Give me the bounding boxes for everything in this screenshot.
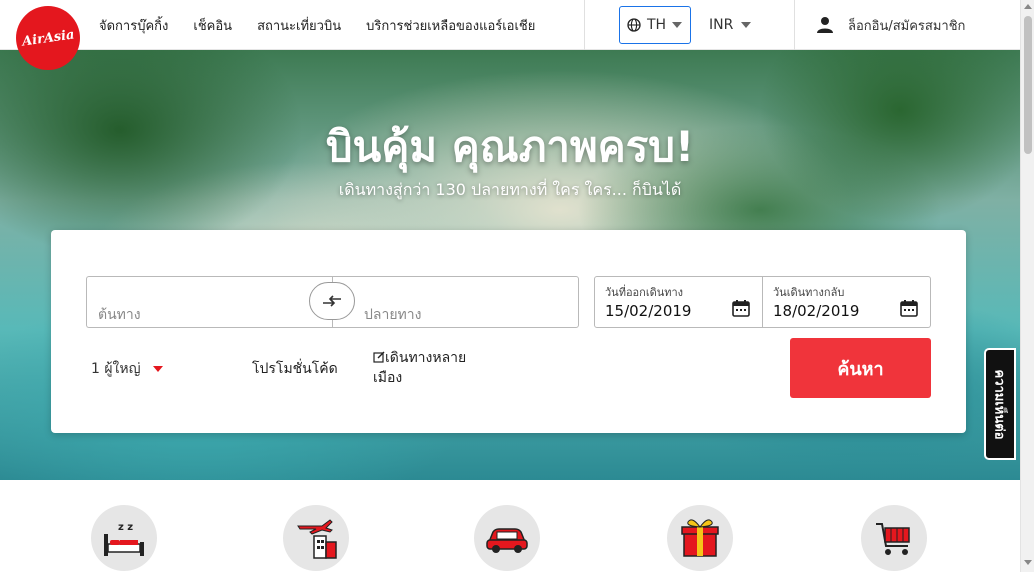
nav-divider: [794, 0, 795, 50]
globe-icon: [627, 18, 641, 32]
calendar-icon: [900, 300, 918, 317]
feedback-label: ความเห็นต่อ: [991, 368, 1007, 440]
svg-text:z z: z z: [118, 522, 133, 533]
flight-search-panel: ต้นทาง ปลายทาง วันที่ออกเดินทาง 15/02/20…: [51, 230, 966, 433]
swap-arrows-icon: [323, 295, 341, 307]
feedback-tab[interactable]: ความเห็นต่อ: [984, 348, 1016, 460]
top-navigation-bar: จัดการบุ๊คกิ้ง เช็คอิน สถานะเที่ยวบิน บร…: [0, 0, 1020, 50]
depart-date-value: 15/02/2019: [605, 302, 692, 320]
main-nav: จัดการบุ๊คกิ้ง เช็คอิน สถานะเที่ยวบิน บร…: [99, 0, 535, 50]
origin-field[interactable]: ต้นทาง: [86, 276, 332, 328]
return-date-field[interactable]: วันเดินทางกลับ 18/02/2019: [763, 276, 931, 328]
gift-service[interactable]: [667, 505, 733, 571]
return-date-label: วันเดินทางกลับ: [773, 286, 845, 299]
chevron-down-icon: [741, 22, 752, 28]
destination-field[interactable]: ปลายทาง: [332, 276, 579, 328]
swap-route-button[interactable]: [309, 282, 355, 320]
login-button[interactable]: ล็อกอิน/สมัครสมาชิก: [816, 6, 965, 44]
hero-subtitle: เดินทางสู่กว่า 130 ปลายทางที่ ใคร ใคร...…: [338, 180, 682, 199]
car-icon: [486, 528, 528, 553]
multi-city-label: เดินทางหลายเมือง: [373, 350, 467, 386]
language-value: TH: [647, 17, 667, 33]
language-selector[interactable]: TH: [619, 6, 691, 44]
destination-placeholder: ปลายทาง: [364, 307, 422, 323]
shopping-cart-icon: [876, 523, 910, 555]
nav-divider: [584, 0, 585, 50]
flight-hotel-icon: [297, 519, 337, 559]
scroll-down-arrow-icon[interactable]: [1024, 560, 1032, 565]
promo-code-link[interactable]: โปรโมชั่นโค้ด: [252, 358, 338, 380]
flight-hotel-service[interactable]: [283, 505, 349, 571]
currency-selector[interactable]: INR: [709, 6, 752, 44]
page-scrollbar[interactable]: [1020, 0, 1034, 572]
gift-icon: [681, 519, 719, 557]
depart-date-label: วันที่ออกเดินทาง: [605, 286, 684, 299]
user-icon: [817, 17, 833, 33]
chevron-down-icon: [152, 366, 163, 372]
nav-flight-status[interactable]: สถานะเที่ยวบิน: [257, 15, 341, 36]
logo-text: AirAsia: [20, 26, 76, 50]
shop-service[interactable]: [861, 505, 927, 571]
edit-icon: [373, 351, 385, 363]
car-rental-service[interactable]: [474, 505, 540, 571]
nav-check-in[interactable]: เช็คอิน: [193, 15, 232, 36]
nav-manage-booking[interactable]: จัดการบุ๊คกิ้ง: [99, 15, 168, 36]
hero-title: บินคุ้ม คุณภาพครบ!: [325, 122, 695, 171]
scrollbar-thumb[interactable]: [1024, 16, 1032, 154]
scroll-up-arrow-icon[interactable]: [1024, 4, 1032, 9]
passenger-selector[interactable]: 1 ผู้ใหญ่: [91, 358, 163, 380]
nav-help-center[interactable]: บริการช่วยเหลือของแอร์เอเชีย: [366, 15, 535, 36]
hotel-icon: z z: [104, 522, 144, 556]
search-button[interactable]: ค้นหา: [790, 338, 931, 398]
airasia-logo[interactable]: AirAsia: [16, 6, 80, 70]
login-label: ล็อกอิน/สมัครสมาชิก: [848, 18, 966, 34]
return-date-value: 18/02/2019: [773, 302, 860, 320]
currency-value: INR: [709, 17, 734, 33]
chevron-down-icon: [672, 22, 683, 28]
origin-placeholder: ต้นทาง: [98, 307, 141, 323]
hotel-service[interactable]: z z: [91, 505, 157, 571]
multi-city-option[interactable]: เดินทางหลายเมือง: [373, 348, 493, 388]
depart-date-field[interactable]: วันที่ออกเดินทาง 15/02/2019: [594, 276, 763, 328]
passenger-count: 1 ผู้ใหญ่: [91, 361, 141, 377]
calendar-icon: [732, 300, 750, 317]
